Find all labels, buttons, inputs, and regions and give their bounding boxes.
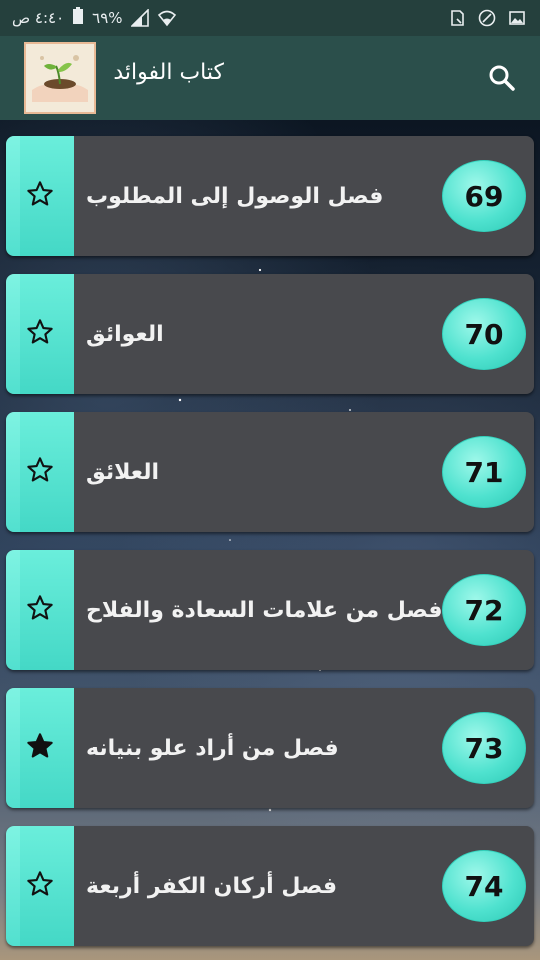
app-logo [24, 42, 96, 114]
app-title: كتاب الفوائد [113, 60, 224, 85]
favorite-star-outline-icon[interactable] [26, 594, 54, 622]
status-bar-left: ٤:٤٠ ص ٦٩% [12, 0, 176, 36]
battery-percent: ٦٩% [92, 9, 123, 27]
sim-card-icon [448, 9, 466, 27]
wifi-icon [157, 9, 176, 27]
list-item[interactable]: العوائق 70 [6, 274, 534, 394]
list-item[interactable]: فصل من علامات السعادة والفلاح 72 [6, 550, 534, 670]
list-item[interactable]: العلائق 71 [6, 412, 534, 532]
item-title: العلائق [86, 459, 160, 485]
shield-icon [478, 9, 496, 27]
signal-icon [129, 8, 149, 27]
search-icon [489, 65, 515, 91]
item-title: فصل الوصول إلى المطلوب [86, 183, 384, 209]
status-bar-right [448, 0, 526, 36]
favorite-star-outline-icon[interactable] [26, 318, 54, 346]
item-number-badge: 71 [442, 436, 526, 508]
item-title: فصل أركان الكفر أربعة [86, 873, 338, 899]
favorite-star-outline-icon[interactable] [26, 870, 54, 898]
battery-icon [72, 7, 84, 29]
status-bar: ٤:٤٠ ص ٦٩% [0, 0, 540, 36]
list-item[interactable]: فصل الوصول إلى المطلوب 69 [6, 136, 534, 256]
clock: ٤:٤٠ ص [12, 9, 65, 27]
item-number-badge: 69 [442, 160, 526, 232]
item-number-badge: 74 [442, 850, 526, 922]
app-bar: كتاب الفوائد [0, 36, 540, 120]
list-item[interactable]: فصل من أراد علو بنيانه 73 [6, 688, 534, 808]
item-title: فصل من علامات السعادة والفلاح [86, 597, 443, 623]
item-title: فصل من أراد علو بنيانه [86, 735, 339, 761]
favorite-star-outline-icon[interactable] [26, 456, 54, 484]
list-item[interactable]: فصل أركان الكفر أربعة 74 [6, 826, 534, 946]
favorite-star-filled-icon[interactable] [26, 732, 54, 760]
item-number-badge: 72 [442, 574, 526, 646]
favorite-star-outline-icon[interactable] [26, 180, 54, 208]
item-number-badge: 73 [442, 712, 526, 784]
image-icon [508, 9, 526, 27]
item-number-badge: 70 [442, 298, 526, 370]
item-title: العوائق [86, 321, 164, 347]
search-button[interactable] [484, 60, 520, 96]
